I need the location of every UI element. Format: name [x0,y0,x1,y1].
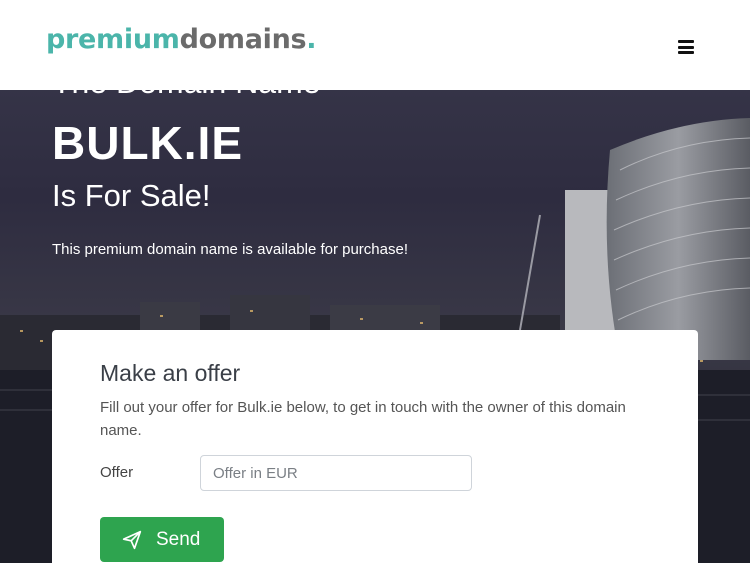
offer-label: Offer [100,464,134,481]
hero-subtitle: This premium domain name is available fo… [52,241,408,258]
logo-dot: . [306,24,317,55]
send-label: Send [156,528,201,550]
logo-part-domains: domains [179,24,307,55]
offer-card: Make an offer Fill out your offer for Bu… [52,330,698,563]
domain-name-title: BULK.IE [52,117,243,169]
site-header: premiumdomains. [0,0,750,90]
premiumdomains-logo[interactable]: premiumdomains. [46,24,317,55]
hamburger-icon[interactable] [678,40,694,54]
offer-description: Fill out your offer for Bulk.ie below, t… [100,399,626,439]
logo-part-premium: premium [46,24,180,55]
offer-title: Make an offer [100,360,241,386]
paper-plane-icon [122,530,142,549]
for-sale-title: Is For Sale! [52,178,211,213]
send-button[interactable]: Send [100,517,224,562]
offer-input[interactable] [200,455,472,491]
